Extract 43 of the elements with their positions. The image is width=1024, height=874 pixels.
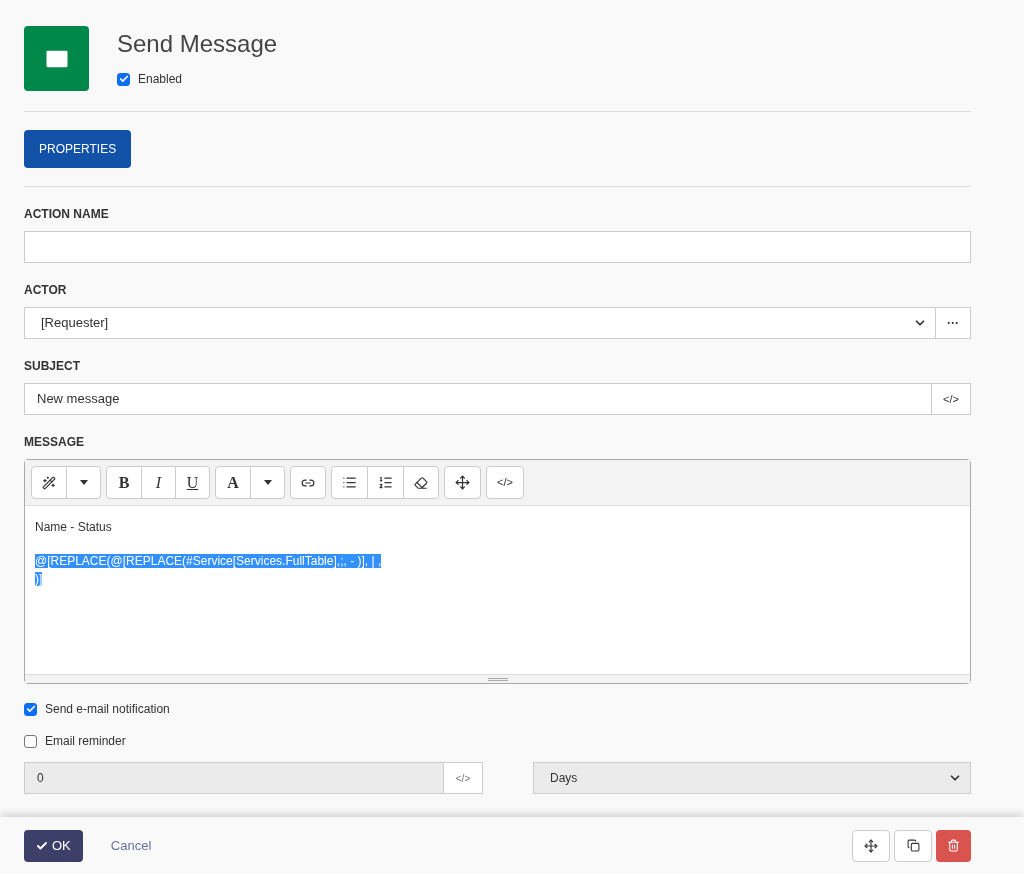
toolbar-button[interactable]: I [141,467,175,498]
checkbox-label: Email reminder [45,733,126,750]
checkbox[interactable] [24,702,37,716]
subject-field[interactable]: New message [24,383,932,415]
delete-button[interactable] [936,829,971,862]
action-name-field[interactable] [24,231,971,263]
reminder-field[interactable]: 0 [24,762,444,794]
checkbox[interactable] [117,72,130,86]
field-label: ACTION NAME [24,206,110,223]
caret-icon [263,480,272,485]
more-button[interactable]: ··· [936,307,971,339]
unit-select[interactable]: Days [533,762,971,794]
copy-icon [906,839,920,852]
checkbox-label: Send e-mail notification [45,701,170,718]
move-button[interactable] [852,829,890,862]
bullet-list-icon [342,475,357,490]
checkbox-label: Enabled [138,71,183,88]
move-icon [455,475,470,490]
page-title: Send Message [117,29,278,59]
check-icon [36,839,48,852]
toolbar-button[interactable]: A [216,467,250,498]
code-button[interactable]: </> [932,383,971,415]
toolbar-button[interactable]: U [175,467,209,498]
trash-icon [947,839,960,852]
code-button[interactable]: </> [444,762,483,794]
toolbar-button[interactable]: </> [487,467,523,498]
resize-handle[interactable] [25,674,970,683]
magic-wand-icon [42,475,56,490]
cancel-link[interactable]: Cancel [110,835,152,856]
move-icon [864,838,878,853]
toolbar-button[interactable]: B [107,467,141,498]
actor-select[interactable]: [Requester] [24,307,936,339]
caret-icon [79,480,88,485]
field-label: ACTOR [24,282,68,299]
numbered-list-icon [378,475,393,490]
field-label: MESSAGE [24,434,85,451]
eraser-icon [414,475,428,490]
field-label: SUBJECT [24,358,81,375]
ok-button[interactable]: OK [24,829,83,862]
tab[interactable]: PROPERTIES [24,130,132,168]
copy-button[interactable] [894,829,932,862]
checkbox[interactable] [24,734,37,748]
message-line: Name - Status [35,520,112,534]
